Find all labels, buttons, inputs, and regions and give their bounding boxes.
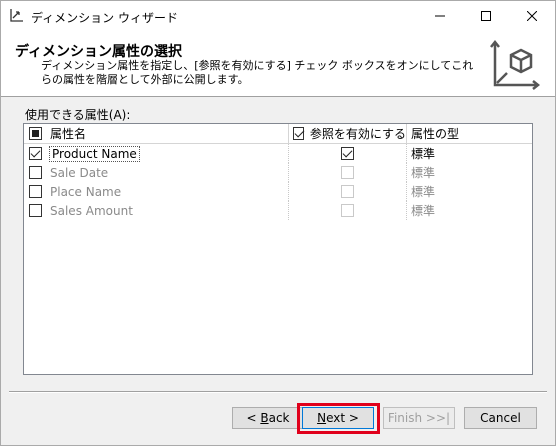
page-title: ディメンション属性の選択 <box>15 44 183 60</box>
grid-header: 属性名 参照を有効にする 属性の型 <box>24 124 532 144</box>
attribute-name: Sale Date <box>50 165 109 180</box>
table-row[interactable]: Sales Amount 標準 <box>24 201 532 220</box>
enable-browsing-checkbox <box>341 185 354 198</box>
enable-browsing-cell <box>288 163 406 182</box>
row-select-cell[interactable] <box>24 144 46 163</box>
attribute-name: Sales Amount <box>50 203 133 218</box>
finish-button[interactable]: Finish >>| <box>383 407 455 429</box>
available-attributes-label: 使用できる属性(A): <box>25 108 131 122</box>
row-select-checkbox[interactable] <box>28 147 42 160</box>
enable-browsing-cell <box>288 182 406 201</box>
back-button-mnemonic: B <box>260 411 269 425</box>
cancel-button[interactable]: Cancel <box>464 407 537 429</box>
attribute-name: Product Name <box>49 145 140 162</box>
dimension-cube-icon <box>490 39 541 90</box>
attribute-name-cell[interactable]: Place Name <box>48 182 288 201</box>
enable-browsing-checkbox <box>341 204 354 217</box>
wizard-header: ディメンション属性の選択 ディメンション属性を指定し、[参照を有効にする] チェ… <box>1 31 555 97</box>
attribute-type-cell: 標準 <box>406 163 532 182</box>
table-row[interactable]: Product Name 標準 <box>24 144 532 163</box>
title-bar: ディメンション ウィザード <box>1 1 555 31</box>
footer-separator <box>9 391 547 393</box>
row-select-cell[interactable] <box>24 201 46 220</box>
enable-browsing-checkbox <box>341 166 354 179</box>
close-icon <box>527 11 537 21</box>
next-button[interactable]: Next > <box>302 407 374 429</box>
column-header-browse-label: 参照を有効にする <box>309 127 406 141</box>
select-all-checkbox-cell[interactable] <box>24 124 46 143</box>
wizard-app-icon <box>10 9 23 22</box>
maximize-icon <box>481 11 491 21</box>
row-select-checkbox[interactable] <box>28 185 42 198</box>
back-button-prefix: < <box>246 411 261 425</box>
maximize-button[interactable] <box>463 1 509 31</box>
browse-all-checkbox[interactable] <box>293 127 304 140</box>
attributes-grid[interactable]: 属性名 参照を有効にする 属性の型 Product Name 標準 Sale D… <box>23 123 533 375</box>
minimize-button[interactable] <box>417 1 463 31</box>
dimension-wizard-window: ディメンション ウィザード ディメンション属性の選択 ディメンション属性を指定し… <box>0 0 556 446</box>
minimize-icon <box>435 15 445 17</box>
attribute-type-cell: 標準 <box>406 201 532 220</box>
attribute-name-cell[interactable]: Sales Amount <box>48 201 288 220</box>
page-description: ディメンション属性を指定し、[参照を有効にする] チェック ボックスをオンにして… <box>41 59 474 86</box>
select-all-checkbox[interactable] <box>28 127 42 140</box>
back-button-label: ack <box>268 411 290 425</box>
row-select-checkbox[interactable] <box>28 204 42 217</box>
enable-browsing-checkbox[interactable] <box>341 147 354 160</box>
table-row[interactable]: Sale Date 標準 <box>24 163 532 182</box>
table-row[interactable]: Place Name 標準 <box>24 182 532 201</box>
column-header-name[interactable]: 属性名 <box>48 124 288 143</box>
close-button[interactable] <box>509 1 555 31</box>
column-header-browse[interactable]: 参照を有効にする <box>288 124 406 143</box>
attribute-name-cell[interactable]: Sale Date <box>48 163 288 182</box>
row-select-cell[interactable] <box>24 182 46 201</box>
row-select-checkbox[interactable] <box>28 166 42 179</box>
attribute-name: Place Name <box>50 184 122 199</box>
row-select-cell[interactable] <box>24 163 46 182</box>
enable-browsing-cell[interactable] <box>288 144 406 163</box>
next-button-mnemonic: N <box>317 411 327 425</box>
next-button-label: ext > <box>326 411 359 425</box>
attribute-type-cell: 標準 <box>406 182 532 201</box>
column-header-type[interactable]: 属性の型 <box>406 124 532 143</box>
attribute-name-cell[interactable]: Product Name <box>48 144 288 163</box>
back-button[interactable]: < Back <box>232 407 304 429</box>
enable-browsing-cell <box>288 201 406 220</box>
attribute-type-cell[interactable]: 標準 <box>406 144 532 163</box>
window-title: ディメンション ウィザード <box>31 11 178 25</box>
